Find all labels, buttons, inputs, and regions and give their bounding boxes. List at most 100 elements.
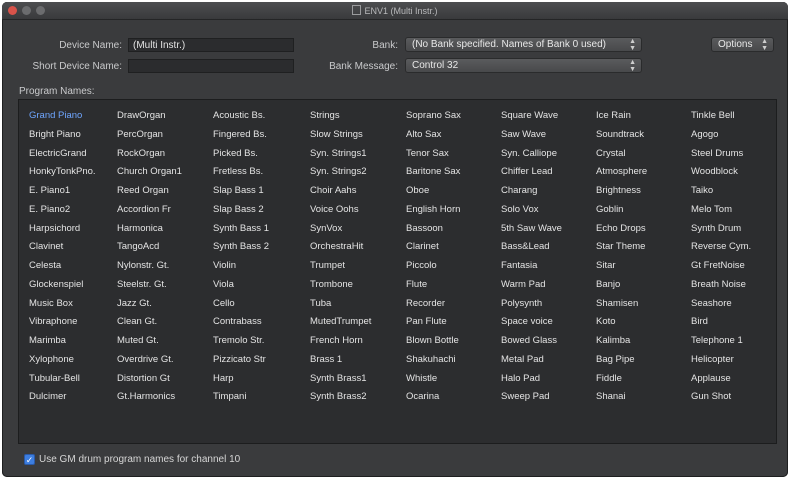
program-name-cell[interactable]: Halo Pad <box>497 370 587 388</box>
program-name-cell[interactable]: English Horn <box>402 201 492 219</box>
program-name-cell[interactable]: Koto <box>592 313 682 331</box>
program-name-cell[interactable]: Bag Pipe <box>592 351 682 369</box>
program-name-cell[interactable]: Sitar <box>592 257 682 275</box>
program-name-cell[interactable]: Slap Bass 2 <box>209 201 299 219</box>
program-name-cell[interactable]: Dulcimer <box>25 388 115 406</box>
program-name-cell[interactable]: Fingered Bs. <box>209 126 299 144</box>
program-name-cell[interactable]: Flute <box>402 276 492 294</box>
program-name-cell[interactable]: Brightness <box>592 182 682 200</box>
program-name-cell[interactable]: Star Theme <box>592 238 682 256</box>
program-name-cell[interactable]: Harp <box>209 370 299 388</box>
program-name-cell[interactable]: Shanai <box>592 388 682 406</box>
program-name-cell[interactable]: Bowed Glass <box>497 332 587 350</box>
program-name-cell[interactable]: Steel Drums <box>687 145 777 163</box>
program-name-cell[interactable]: Echo Drops <box>592 220 682 238</box>
program-name-cell[interactable]: Shamisen <box>592 295 682 313</box>
program-name-cell[interactable]: Pan Flute <box>402 313 492 331</box>
program-name-cell[interactable]: Marimba <box>25 332 115 350</box>
program-name-cell[interactable]: Synth Bass 2 <box>209 238 299 256</box>
program-name-cell[interactable]: Kalimba <box>592 332 682 350</box>
program-name-cell[interactable]: E. Piano1 <box>25 182 115 200</box>
program-names-grid[interactable]: Grand Piano Bright Piano ElectricGrand Honk… <box>18 99 777 444</box>
program-name-cell[interactable]: Warm Pad <box>497 276 587 294</box>
program-name-cell[interactable]: Clean Gt. <box>113 313 203 331</box>
program-name-cell[interactable]: Nylonstr. Gt. <box>113 257 203 275</box>
program-name-cell[interactable]: Applause <box>687 370 777 388</box>
program-name-cell[interactable]: Oboe <box>402 182 492 200</box>
program-name-cell[interactable]: Picked Bs. <box>209 145 299 163</box>
program-name-cell[interactable]: Muted Gt. <box>113 332 203 350</box>
program-name-cell[interactable]: Crystal <box>592 145 682 163</box>
program-name-cell[interactable]: MutedTrumpet <box>306 313 396 331</box>
program-name-cell[interactable]: Glockenspiel <box>25 276 115 294</box>
program-name-cell[interactable]: Celesta <box>25 257 115 275</box>
program-name-cell[interactable]: Synth Drum <box>687 220 777 238</box>
program-name-cell[interactable]: Bassoon <box>402 220 492 238</box>
program-name-cell[interactable]: Vibraphone <box>25 313 115 331</box>
program-name-cell[interactable]: Sweep Pad <box>497 388 587 406</box>
program-name-cell[interactable]: Tenor Sax <box>402 145 492 163</box>
program-name-cell[interactable]: Space voice <box>497 313 587 331</box>
bank-message-popup[interactable]: Control 32 ▲ ▼ <box>405 58 642 73</box>
gm-drum-checkbox[interactable]: ✓ <box>24 454 35 465</box>
program-name-cell[interactable]: Taiko <box>687 182 777 200</box>
program-name-cell[interactable]: Syn. Strings2 <box>306 163 396 181</box>
program-name-cell[interactable]: Polysynth <box>497 295 587 313</box>
program-name-cell[interactable]: Gun Shot <box>687 388 777 406</box>
program-name-cell[interactable]: Pizzicato Str <box>209 351 299 369</box>
program-name-cell[interactable]: Harpsichord <box>25 220 115 238</box>
program-name-cell[interactable]: Reed Organ <box>113 182 203 200</box>
program-name-cell[interactable]: Clavinet <box>25 238 115 256</box>
program-name-cell[interactable]: Tremolo Str. <box>209 332 299 350</box>
program-name-cell[interactable]: Viola <box>209 276 299 294</box>
program-name-cell[interactable]: DrawOrgan <box>113 107 203 125</box>
program-name-cell[interactable]: ElectricGrand <box>25 145 115 163</box>
program-name-cell[interactable]: Steelstr. Gt. <box>113 276 203 294</box>
program-name-cell[interactable]: Violin <box>209 257 299 275</box>
program-name-cell[interactable]: Soprano Sax <box>402 107 492 125</box>
program-name-cell[interactable]: Shakuhachi <box>402 351 492 369</box>
program-name-cell[interactable]: SynVox <box>306 220 396 238</box>
program-name-cell[interactable]: Agogo <box>687 126 777 144</box>
device-name-field[interactable]: (Multi Instr.) <box>128 38 294 52</box>
program-name-cell[interactable]: Helicopter <box>687 351 777 369</box>
program-name-cell[interactable]: Tinkle Bell <box>687 107 777 125</box>
program-name-cell[interactable]: Xylophone <box>25 351 115 369</box>
program-name-cell[interactable]: E. Piano2 <box>25 201 115 219</box>
program-name-cell[interactable]: Gt FretNoise <box>687 257 777 275</box>
program-name-cell[interactable]: Square Wave <box>497 107 587 125</box>
program-name-cell[interactable]: Slap Bass 1 <box>209 182 299 200</box>
program-name-cell[interactable]: Baritone Sax <box>402 163 492 181</box>
program-name-cell[interactable]: Overdrive Gt. <box>113 351 203 369</box>
program-name-cell[interactable]: Bright Piano <box>25 126 115 144</box>
program-name-cell[interactable]: Trombone <box>306 276 396 294</box>
program-name-cell[interactable]: Solo Vox <box>497 201 587 219</box>
program-name-cell[interactable]: Ice Rain <box>592 107 682 125</box>
program-name-cell[interactable]: Fantasia <box>497 257 587 275</box>
program-name-cell[interactable]: HonkyTonkPno. <box>25 163 115 181</box>
program-name-cell[interactable]: Church Organ1 <box>113 163 203 181</box>
program-name-cell[interactable]: Melo Tom <box>687 201 777 219</box>
program-name-cell[interactable]: Choir Aahs <box>306 182 396 200</box>
program-name-cell[interactable]: 5th Saw Wave <box>497 220 587 238</box>
program-name-cell[interactable]: Bird <box>687 313 777 331</box>
program-name-cell[interactable]: Syn. Calliope <box>497 145 587 163</box>
program-name-cell[interactable]: Blown Bottle <box>402 332 492 350</box>
program-name-cell[interactable]: Piccolo <box>402 257 492 275</box>
program-name-cell[interactable]: Ocarina <box>402 388 492 406</box>
program-name-cell[interactable]: Banjo <box>592 276 682 294</box>
program-name-cell[interactable]: Cello <box>209 295 299 313</box>
program-name-cell[interactable]: Slow Strings <box>306 126 396 144</box>
program-name-cell[interactable]: Syn. Strings1 <box>306 145 396 163</box>
title-bar[interactable]: ENV1 (Multi Instr.) <box>2 2 788 20</box>
program-name-cell[interactable]: Grand Piano <box>25 107 115 125</box>
program-name-cell[interactable]: Bass&Lead <box>497 238 587 256</box>
program-name-cell[interactable]: Atmosphere <box>592 163 682 181</box>
program-name-cell[interactable]: Music Box <box>25 295 115 313</box>
program-name-cell[interactable]: Chiffer Lead <box>497 163 587 181</box>
program-name-cell[interactable]: Jazz Gt. <box>113 295 203 313</box>
program-name-cell[interactable]: Breath Noise <box>687 276 777 294</box>
program-name-cell[interactable]: French Horn <box>306 332 396 350</box>
bank-popup[interactable]: (No Bank specified. Names of Bank 0 used… <box>405 37 642 52</box>
short-device-name-field[interactable] <box>128 59 294 73</box>
